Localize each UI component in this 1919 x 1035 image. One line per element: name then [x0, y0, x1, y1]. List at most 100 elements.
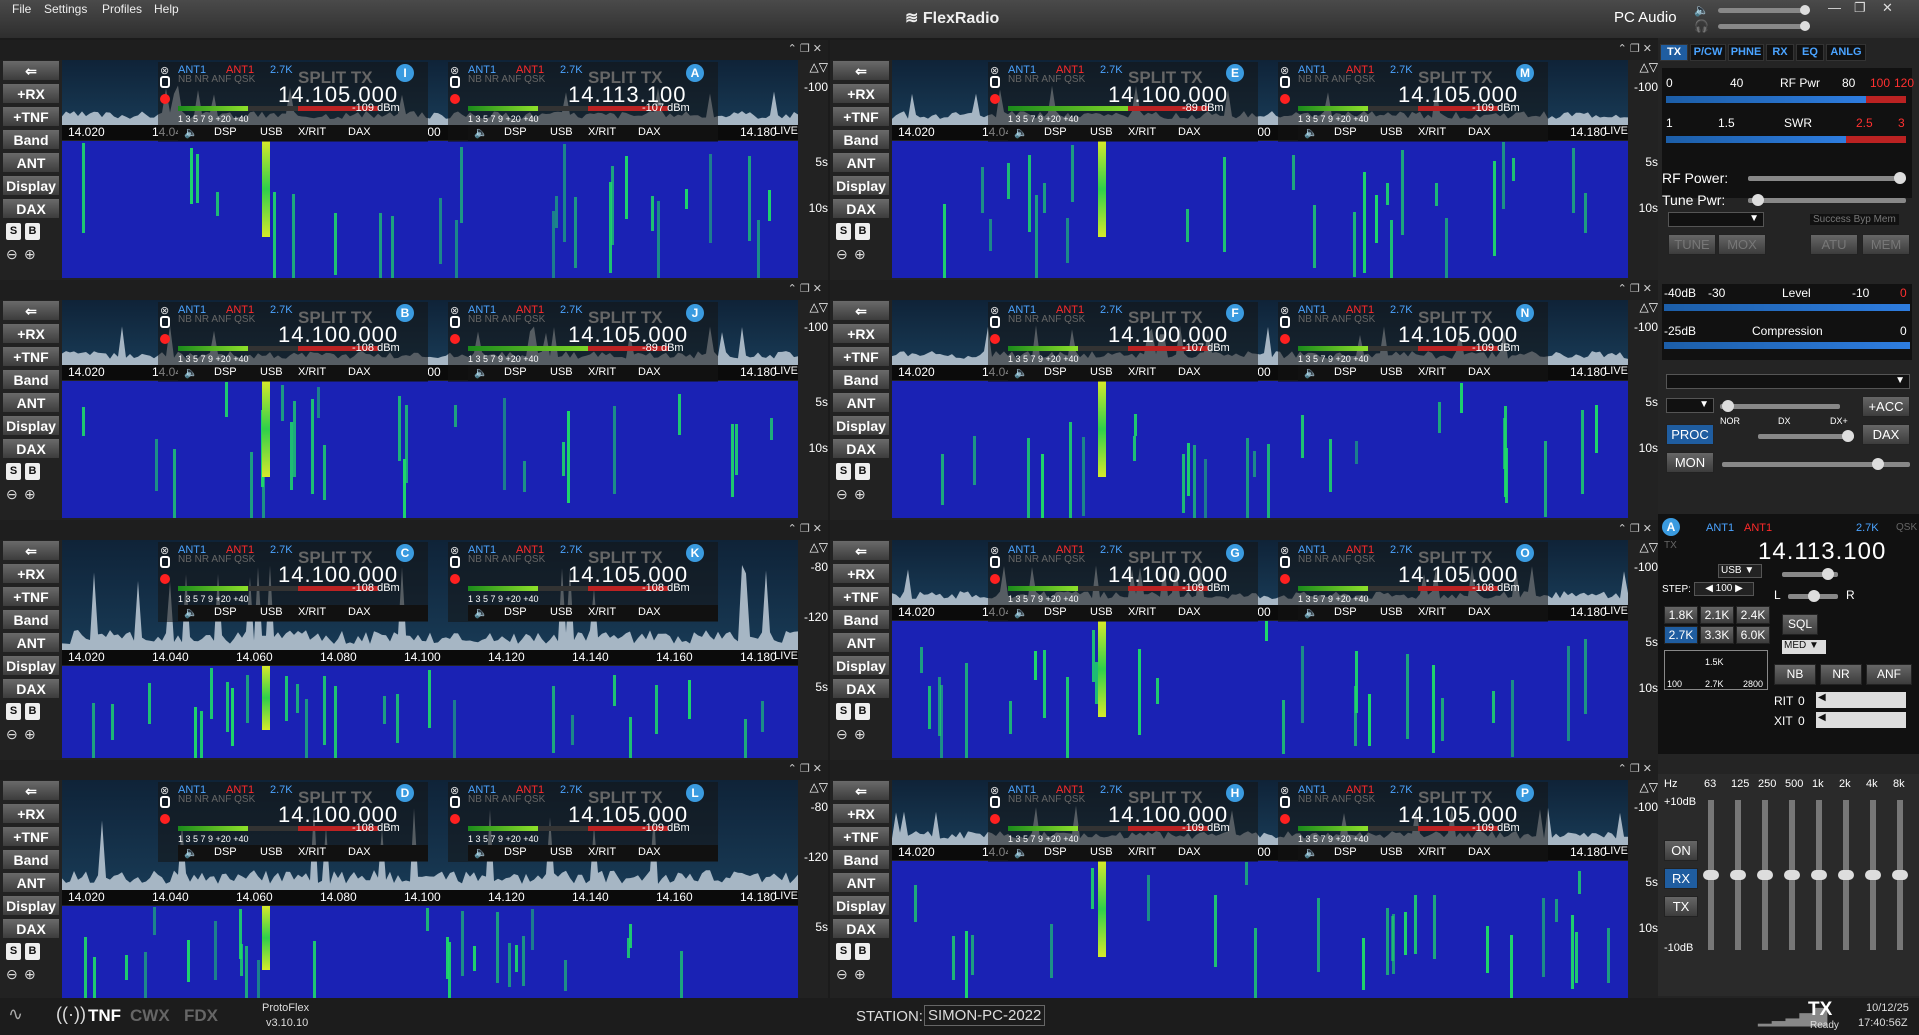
speaker-icon[interactable]: 🔈: [1014, 606, 1028, 619]
slider-knob[interactable]: [1822, 568, 1834, 580]
s-badge[interactable]: S: [6, 943, 21, 960]
slider-knob[interactable]: [1752, 194, 1764, 206]
b-badge[interactable]: B: [25, 703, 40, 720]
menu-file[interactable]: File: [12, 2, 31, 16]
slice-letter-badge[interactable]: H: [1226, 784, 1244, 802]
speaker-icon[interactable]: 🔈: [1014, 846, 1028, 859]
lock-icon[interactable]: [1280, 556, 1290, 568]
sidebar-rx-button[interactable]: +RX: [2, 803, 60, 824]
lock-icon[interactable]: [990, 556, 1000, 568]
tab-mode[interactable]: USB: [260, 126, 283, 138]
sidebar-band-button[interactable]: Band: [832, 369, 890, 390]
s-badge[interactable]: S: [6, 463, 21, 480]
tab-xrit[interactable]: X/RIT: [588, 126, 616, 138]
collapse-arrow-button[interactable]: ⇐: [832, 60, 890, 81]
tab-dsp[interactable]: DSP: [214, 366, 237, 378]
db-arrows-icon[interactable]: △▽: [1628, 60, 1658, 74]
tab-dsp[interactable]: DSP: [1334, 606, 1357, 618]
slice-receiver[interactable]: ⊗ ANT1 ANT1 2.7K NB NR ANF QSK SPLIT TX I 14.10…: [158, 62, 428, 142]
tab-xrit[interactable]: X/RIT: [1418, 366, 1446, 378]
speaker-icon[interactable]: 🔈: [1304, 126, 1318, 139]
sidebar-tnf-button[interactable]: +TNF: [832, 106, 890, 127]
sidebar-display-button[interactable]: Display: [832, 655, 890, 676]
slice-letter-badge[interactable]: A: [1662, 518, 1680, 536]
tab-xrit[interactable]: X/RIT: [298, 846, 326, 858]
sidebar-ant-button[interactable]: ANT: [2, 632, 60, 653]
slice-receiver[interactable]: ⊗ ANT1 ANT1 2.7K NB NR ANF QSK SPLIT TX B 14.10…: [158, 302, 428, 382]
tab-dsp[interactable]: DSP: [504, 846, 527, 858]
s-badge[interactable]: S: [836, 703, 851, 720]
speaker-icon[interactable]: 🔈: [474, 606, 488, 619]
tab-mode[interactable]: USB: [1090, 606, 1113, 618]
tab-dsp[interactable]: DSP: [1044, 606, 1067, 618]
anf-button[interactable]: ANF: [1866, 664, 1912, 685]
panadapter[interactable]: ⌃ ❐ ✕ ⇐ +RX +TNF Band ANT Display DAX S B ⊖ ⊕ 14.020…: [0, 760, 828, 1000]
sidebar-ant-button[interactable]: ANT: [832, 872, 890, 893]
filter-button[interactable]: 6.0K: [1736, 626, 1770, 644]
speaker-icon[interactable]: 🔈: [1304, 366, 1318, 379]
tab-dax[interactable]: DAX: [348, 846, 371, 858]
slice-letter-badge[interactable]: J: [686, 304, 704, 322]
menu-profiles[interactable]: Profiles: [102, 2, 142, 16]
s-badge[interactable]: S: [836, 463, 851, 480]
slider-knob[interactable]: [1722, 400, 1734, 412]
tab-dsp[interactable]: DSP: [1044, 366, 1067, 378]
tab-dsp[interactable]: DSP: [1044, 846, 1067, 858]
mon-button[interactable]: MON: [1666, 452, 1714, 473]
sidebar-tnf-button[interactable]: +TNF: [2, 106, 60, 127]
audio-pan-slider[interactable]: [1788, 590, 1838, 602]
waveform-icon[interactable]: ∿: [8, 1004, 23, 1025]
tab-mode[interactable]: USB: [260, 366, 283, 378]
tx-indicator-icon[interactable]: [450, 574, 460, 584]
sidebar-rx-button[interactable]: +RX: [832, 83, 890, 104]
b-badge[interactable]: B: [25, 943, 40, 960]
collapse-arrow-button[interactable]: ⇐: [2, 540, 60, 561]
sidebar-dax-button[interactable]: DAX: [2, 918, 60, 939]
db-arrows-icon[interactable]: △▽: [798, 780, 828, 794]
frequency-axis[interactable]: 14.020 14.040 14.060 14.080 14.100 14.120 14.1…: [62, 650, 798, 665]
tab-dax[interactable]: DAX: [348, 606, 371, 618]
slice-ant-tx[interactable]: ANT1: [1706, 522, 1734, 534]
speaker-icon[interactable]: 🔈: [184, 366, 198, 379]
tab-dax[interactable]: DAX: [638, 846, 661, 858]
pan-window-controls-icon[interactable]: ⌃ ❐ ✕: [1618, 42, 1652, 55]
tab-mode[interactable]: USB: [1090, 366, 1113, 378]
tx-indicator-icon[interactable]: [450, 814, 460, 824]
eq-band-slider[interactable]: [1703, 800, 1719, 950]
mode-dropdown[interactable]: USB ▼: [1718, 564, 1762, 578]
tab-mode[interactable]: USB: [1380, 846, 1403, 858]
sidebar-dax-button[interactable]: DAX: [832, 678, 890, 699]
tab-mode[interactable]: USB: [1090, 126, 1113, 138]
panadapter[interactable]: ⌃ ❐ ✕ ⇐ +RX +TNF Band ANT Display DAX S B ⊖ ⊕ 14.020…: [0, 520, 828, 760]
slider-knob[interactable]: [1838, 870, 1854, 880]
sidebar-dax-button[interactable]: DAX: [2, 438, 60, 459]
panadapter[interactable]: ⌃ ❐ ✕ ⇐ +RX +TNF Band ANT Display DAX S B ⊖ ⊕ 14.020…: [0, 280, 828, 520]
mon-volume-slider[interactable]: [1722, 458, 1910, 470]
sidebar-dax-button[interactable]: DAX: [832, 918, 890, 939]
tx-profile-dropdown[interactable]: ▼: [1668, 212, 1764, 227]
sidebar-display-button[interactable]: Display: [2, 895, 60, 916]
tab-dax[interactable]: DAX: [638, 366, 661, 378]
collapse-arrow-button[interactable]: ⇐: [2, 300, 60, 321]
mem-button[interactable]: MEM: [1862, 234, 1910, 255]
waterfall-display[interactable]: [892, 141, 1628, 278]
sidebar-dax-button[interactable]: DAX: [2, 678, 60, 699]
tab-dsp[interactable]: DSP: [1044, 126, 1067, 138]
slider-knob[interactable]: [1800, 21, 1810, 31]
tab-dax[interactable]: DAX: [638, 126, 661, 138]
sidebar-rx-button[interactable]: +RX: [832, 323, 890, 344]
tab-xrit[interactable]: X/RIT: [588, 366, 616, 378]
collapse-arrow-button[interactable]: ⇐: [832, 780, 890, 801]
tab-xrit[interactable]: X/RIT: [298, 366, 326, 378]
tab-dsp[interactable]: DSP: [1334, 366, 1357, 378]
slice-receiver[interactable]: ⊗ ANT1 ANT1 2.7K NB NR ANF QSK SPLIT TX M 14.10…: [1278, 62, 1548, 142]
filter-button[interactable]: 2.7K: [1664, 626, 1698, 644]
slice-letter-badge[interactable]: O: [1516, 544, 1534, 562]
slice-letter-badge[interactable]: P: [1516, 784, 1534, 802]
zoom-out-icon[interactable]: ⊖: [836, 726, 848, 743]
slice-letter-badge[interactable]: F: [1226, 304, 1244, 322]
zoom-out-icon[interactable]: ⊖: [836, 246, 848, 263]
filter-button[interactable]: 2.4K: [1736, 606, 1770, 624]
tab-mode[interactable]: USB: [550, 126, 573, 138]
tab-dax[interactable]: DAX: [1178, 606, 1201, 618]
